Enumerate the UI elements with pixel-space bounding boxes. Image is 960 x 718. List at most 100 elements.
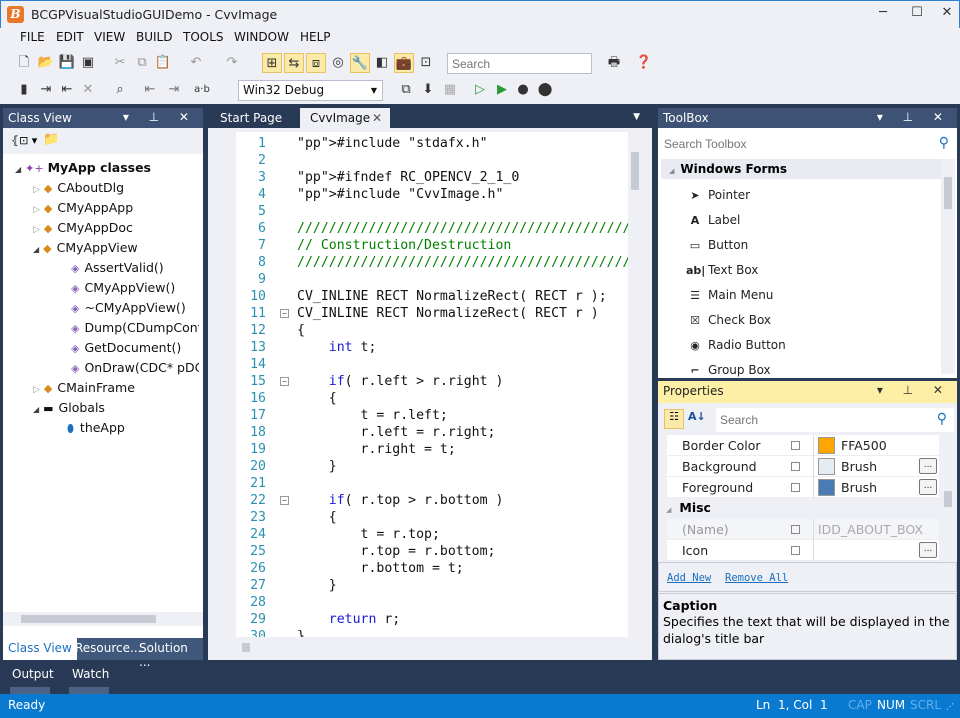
vertical-scrollbar[interactable] [941,159,955,374]
close-button[interactable]: ✕ [933,5,960,25]
clear-bookmarks-icon[interactable]: ✕ [78,80,98,100]
tab-start-page[interactable]: Start Page [210,108,292,128]
property-row[interactable]: (Name)IDD_ABOUT_BOX (... [667,519,939,558]
search-input[interactable] [447,53,592,74]
toolbox-item[interactable]: ☰ Main Menu [686,288,773,302]
menu-view[interactable]: VIEW [94,30,125,44]
sort-icon[interactable]: ⦃⊡ ▾ [11,134,37,147]
tree-item[interactable]: ◈ CMyAppView() [71,278,175,298]
menu-edit[interactable]: EDIT [56,30,84,44]
toolbox-item[interactable]: A Label [686,213,741,227]
tab-list-dropdown-icon[interactable]: ▼ [633,112,640,122]
tree-item[interactable]: ◈ OnDraw(CDC* pDC) [71,358,199,378]
resize-grip-icon[interactable]: ⋰ [946,702,954,711]
property-row[interactable]: Foreground Brush... [667,477,939,498]
clear-breakpoints-icon[interactable]: ⬤ [535,80,555,100]
search-icon[interactable]: ⚲ [939,135,949,151]
toolbox-item[interactable]: ▭ Button [686,238,748,252]
minimize-button[interactable]: ─ [869,5,897,25]
sort-alpha-icon[interactable]: A↓ [688,410,706,423]
toolbox-group[interactable]: ◢ Windows Forms [661,159,941,179]
new-folder-icon[interactable]: 📁 [43,132,59,147]
new-file-icon[interactable]: 🗋 [14,53,34,73]
tree-item[interactable]: ◢ ◆ CMyAppView [33,238,138,258]
redo-icon[interactable]: ↷ [222,53,242,73]
paste-icon[interactable]: 📋 [153,53,173,73]
help-icon[interactable]: ❓ [634,53,654,73]
find-icon[interactable]: ⌕ [110,80,130,100]
properties-icon[interactable]: 🔧 [350,53,370,73]
categorized-icon[interactable]: ☷ [664,409,684,429]
refresh-icon[interactable]: ◎ [328,53,348,73]
ellipsis-button[interactable]: ... [919,542,937,558]
resource-view-icon[interactable]: ⧈ [306,53,326,73]
add-new-link[interactable]: Add New [667,572,711,584]
category-misc[interactable]: ◢ Misc [666,500,711,515]
tree-item[interactable]: ◈ ~CMyAppView() [71,298,186,318]
toolbox-icon[interactable]: 💼 [394,53,414,73]
tab-watch[interactable]: Watch [72,667,109,681]
panel-icon[interactable]: ◧ [372,53,392,73]
cut-icon[interactable]: ✂ [110,53,130,73]
tab-cvvimage[interactable]: CvvImage ✕ [300,108,390,128]
print-icon[interactable]: 🖶 [604,53,624,73]
code-area[interactable]: 1 "pp">#include "stdafx.h" 2 3 "pp">#ifndef … [236,132,628,637]
next-bookmark-icon[interactable]: ⇥ [36,80,56,100]
tree-item[interactable]: ◈ GetDocument() [71,338,181,358]
undo-icon[interactable]: ↶ [186,53,206,73]
prev-bookmark-icon[interactable]: ⇤ [57,80,77,100]
menu-help[interactable]: HELP [300,30,331,44]
vertical-scrollbar[interactable] [628,132,644,637]
cancel-build-icon[interactable]: ▦ [440,80,460,100]
menu-window[interactable]: WINDOW [234,30,289,44]
view-icon[interactable]: ⊡ [416,53,436,73]
save-icon[interactable]: 💾 [57,53,77,73]
remove-all-link[interactable]: Remove All [725,572,788,584]
horizontal-scrollbar[interactable] [3,612,203,626]
toolbox-search-input[interactable] [660,132,955,156]
vertical-scrollbar[interactable] [941,435,955,561]
outdent-icon[interactable]: ⇤ [140,80,160,100]
open-icon[interactable]: 📂 [36,53,56,73]
properties-search-input[interactable] [716,408,954,432]
tree-item[interactable]: ▷ ◆ CMainFrame [33,378,135,398]
toolbox-item[interactable]: ☒ Check Box [686,313,771,327]
toolbox-item[interactable]: ➤ Pointer [686,188,750,202]
config-select[interactable]: Win32 Debug ▼ [238,80,383,101]
tree-item[interactable]: ◈ AssertValid() [71,258,164,278]
fold-toggle-icon[interactable]: − [280,377,289,386]
tree-item[interactable]: ⬮ theApp [67,418,125,438]
breakpoint-icon[interactable]: ● [513,80,533,100]
menu-tools[interactable]: TOOLS [183,30,224,44]
tree-item[interactable]: ◈ Dump(CDumpConte [71,318,199,338]
bookmark-icon[interactable]: ▮ [14,80,34,100]
tree-item[interactable]: ▷ ◆ CAboutDlg [33,178,124,198]
search-icon[interactable]: ⚲ [937,411,947,427]
panel-controls-icon[interactable]: ▾ ⊥ ✕ [123,110,197,124]
save-all-icon[interactable]: ▣ [78,53,98,73]
property-row[interactable]: Background Brush... [667,456,939,477]
tab-output[interactable]: Output [12,667,54,681]
tab-class-view[interactable]: Class View [3,638,77,660]
property-row[interactable]: Border Color FFA500 [667,435,939,456]
ellipsis-button[interactable]: ... [919,458,937,474]
menu-build[interactable]: BUILD [136,30,172,44]
copy-icon[interactable]: ⧉ [132,53,152,73]
class-view-icon[interactable]: ⇆ [284,53,304,73]
tree-item[interactable]: ◢ ▬ Globals [33,398,105,418]
maximize-button[interactable]: ☐ [903,5,931,25]
toolbox-item[interactable]: ab| Text Box [686,263,758,277]
start-icon[interactable]: ▷ [470,80,490,100]
tree-item[interactable]: ▷ ◆ CMyAppApp [33,198,133,218]
fold-toggle-icon[interactable]: − [280,309,289,318]
tree-item[interactable]: ▷ ◆ CMyAppDoc [33,218,133,238]
whitespace-icon[interactable]: a·b [192,80,212,100]
compile-icon[interactable]: ⬇ [418,80,438,100]
menu-file[interactable]: FILE [20,30,45,44]
fold-toggle-icon[interactable]: − [280,496,289,505]
toolbox-item[interactable]: ◉ Radio Button [686,338,786,352]
close-tab-icon[interactable]: ✕ [372,111,382,125]
panel-controls-icon[interactable]: ▾ ⊥ ✕ [877,383,951,397]
panel-controls-icon[interactable]: ▾ ⊥ ✕ [877,110,951,124]
run-icon[interactable]: ▶ [492,80,512,100]
